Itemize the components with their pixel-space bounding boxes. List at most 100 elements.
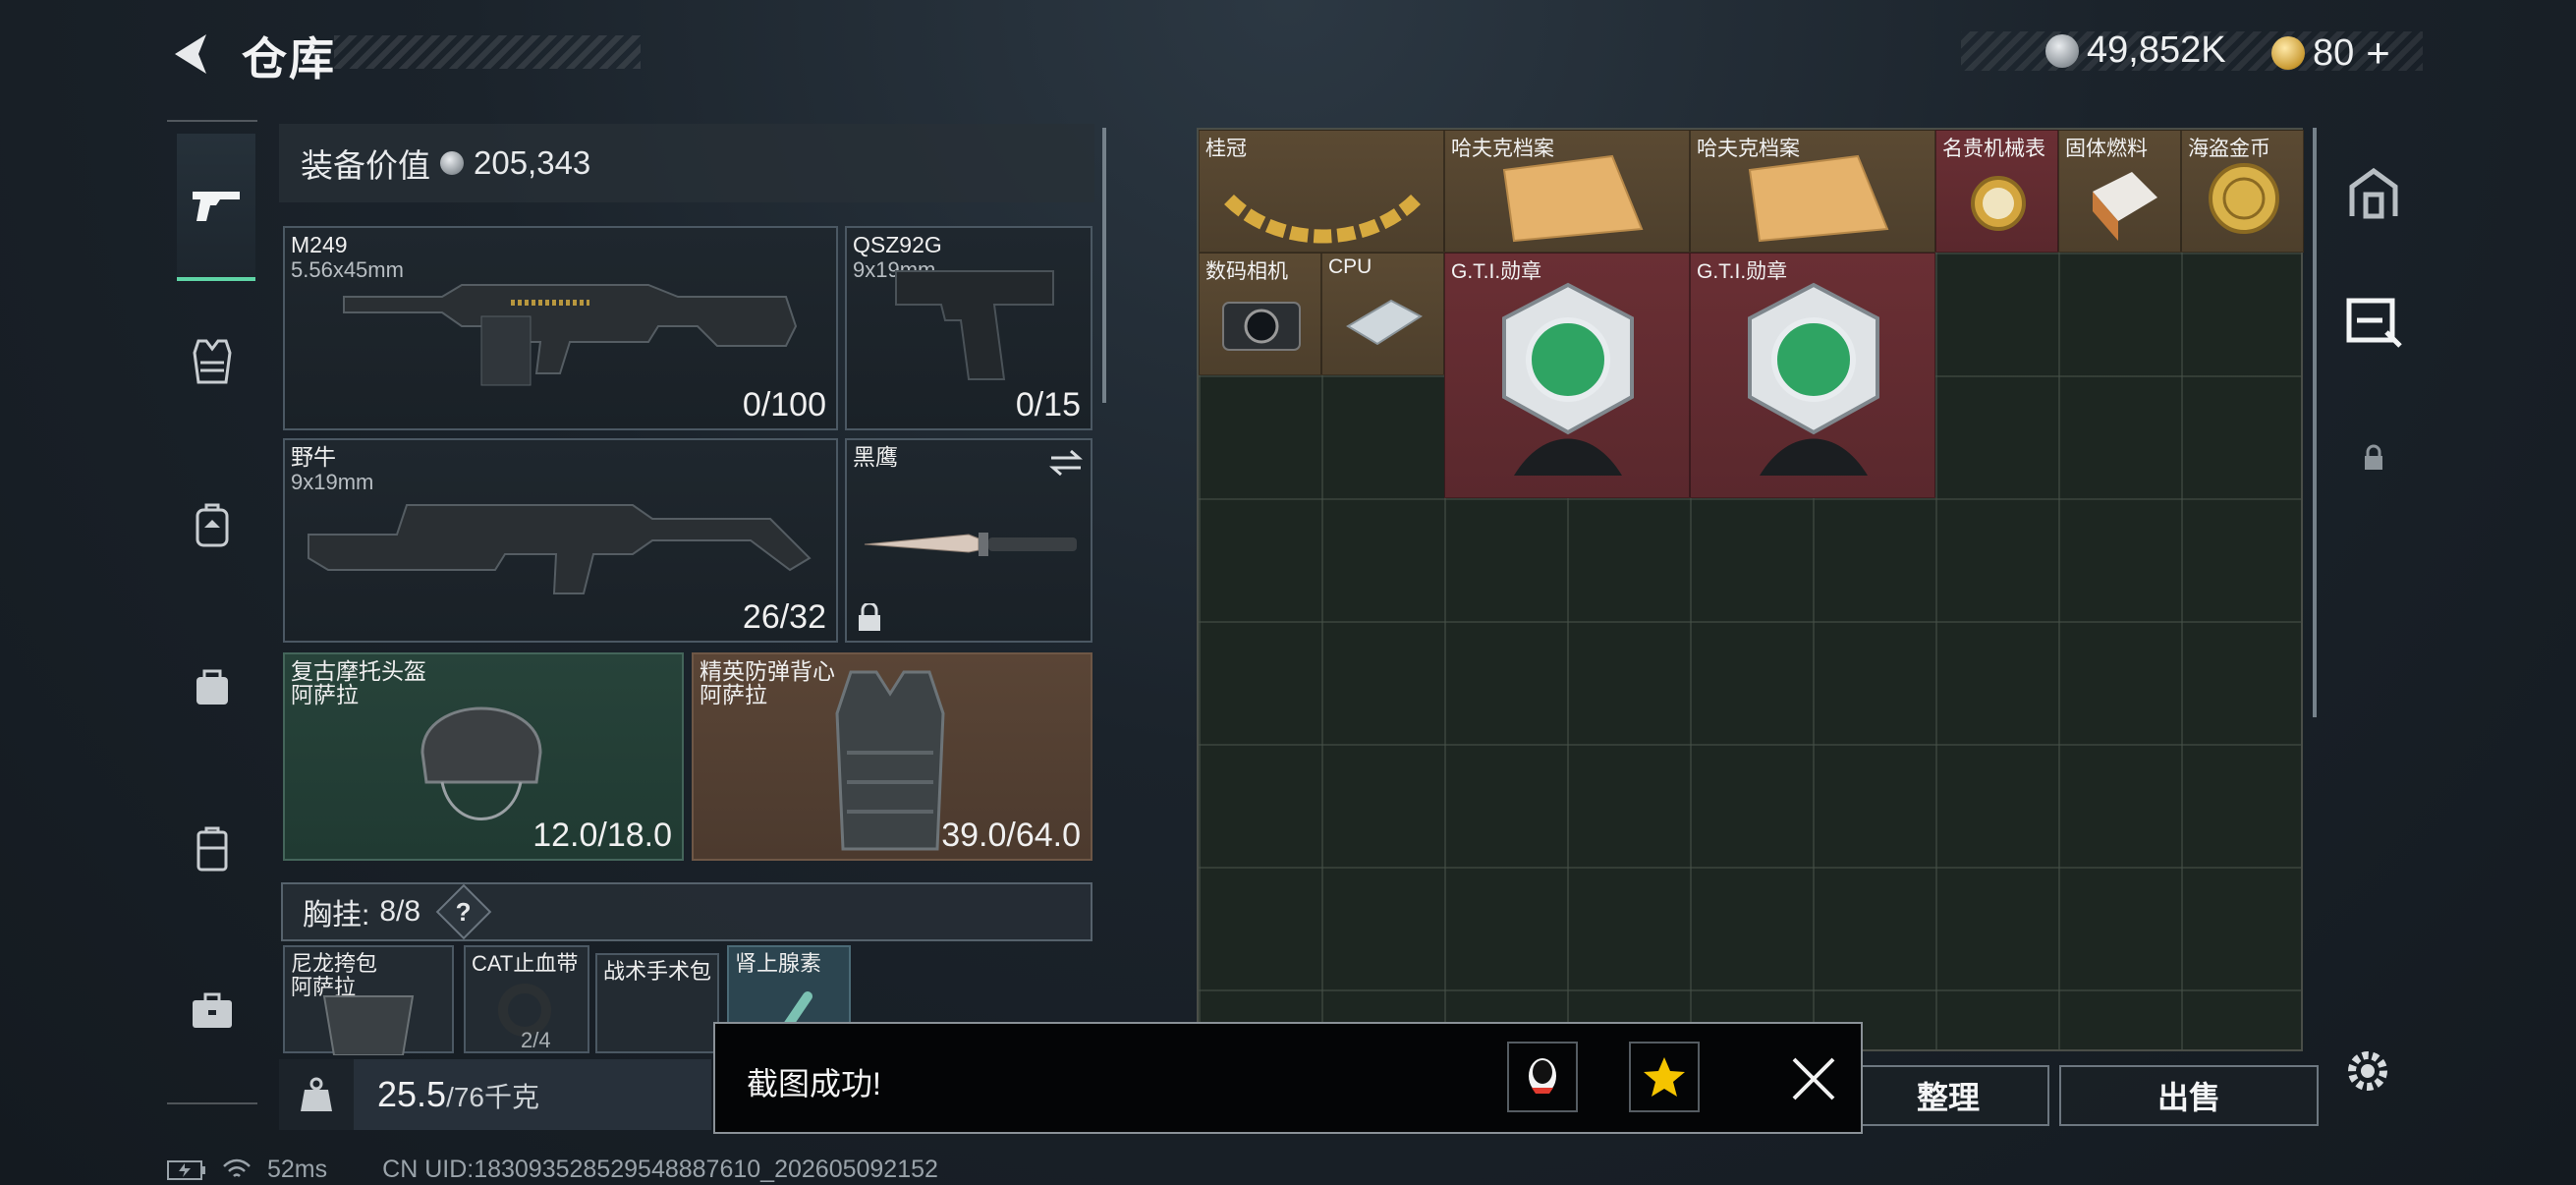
primary-weapon-slot[interactable]: M249 5.56x45mm 0/100	[283, 226, 838, 430]
stash-item[interactable]: 哈夫克档案	[1444, 130, 1690, 253]
laurel-crown-icon	[1224, 194, 1421, 244]
back-button[interactable]	[165, 29, 218, 79]
stash-item[interactable]: CPU	[1321, 253, 1444, 375]
pistol-slot[interactable]: QSZ92G 9x19mm 0/15	[845, 226, 1092, 430]
chest-slot-2[interactable]: CAT止血带 2/4	[464, 945, 589, 1053]
equipment-value-label: 装备价值	[301, 147, 430, 184]
currency-gold: 80 +	[2271, 29, 2390, 77]
uid-text: CN UID:183093528529548887610_20260509215…	[382, 1156, 938, 1183]
chest-slot-3[interactable]: 战术手术包	[595, 953, 719, 1053]
stash-item[interactable]: 名贵机械表	[1935, 130, 2058, 253]
nav-case[interactable]	[179, 816, 246, 882]
sort-button[interactable]: 整理	[1847, 1065, 2049, 1126]
add-currency-button[interactable]: +	[2366, 29, 2390, 77]
screenshot-toast: 截图成功!	[713, 1022, 1863, 1134]
stash-tabs	[2324, 128, 2423, 531]
helmet-slot[interactable]: 复古摩托头盔 阿萨拉 12.0/18.0	[283, 652, 684, 861]
settings-button[interactable]	[2338, 1042, 2397, 1100]
gold-coin-icon	[2271, 36, 2305, 70]
stash-item[interactable]: 数码相机	[1199, 253, 1321, 375]
stash-item[interactable]: G.T.I.勋章	[1690, 253, 1935, 498]
chest-rig-label: 胸挂:	[303, 899, 370, 931]
weight-max: /76千克	[446, 1082, 540, 1112]
weapon-name: 黑鹰	[853, 444, 898, 470]
fuel-block-icon	[2093, 172, 2157, 241]
pouch-icon	[322, 995, 415, 1055]
helmet-name: 复古摩托头盔	[291, 658, 426, 684]
star-icon	[1644, 1057, 1685, 1097]
lock-icon	[859, 603, 880, 631]
smg-icon	[308, 504, 812, 594]
tab-locked[interactable]	[2338, 423, 2409, 493]
backpack-icon	[196, 503, 229, 547]
lock-icon	[2365, 444, 2382, 470]
battery-icon	[167, 1159, 205, 1180]
cpu-icon	[1346, 299, 1423, 346]
weapon-name: 野牛	[291, 444, 336, 470]
armor-slot[interactable]: 精英防弹背心 阿萨拉 39.0/64.0	[692, 652, 1092, 861]
warehouse-icon	[2349, 167, 2398, 219]
penguin-icon	[1529, 1058, 1556, 1094]
gold-coin-icon	[2209, 163, 2279, 234]
tab-storage[interactable]	[2338, 157, 2409, 228]
melee-slot[interactable]: 黑鹰	[845, 438, 1092, 643]
equipment-scrollbar[interactable]	[1102, 128, 1106, 403]
case-icon	[196, 826, 228, 872]
item-name: 名贵机械表	[1942, 138, 2045, 160]
wifi-icon	[223, 1158, 251, 1177]
ammo-count: 26/32	[742, 598, 826, 636]
help-icon: ?	[456, 896, 473, 927]
bag-icon	[196, 669, 228, 705]
briefcase-icon	[193, 992, 232, 1028]
nav-backpack[interactable]	[179, 491, 246, 558]
help-button[interactable]: ?	[435, 883, 492, 940]
stash-item[interactable]: 海盗金币	[2181, 130, 2304, 253]
gear-icon	[2348, 1051, 2387, 1091]
weapon-name: M249	[291, 232, 348, 257]
tab-inventory-sort[interactable]	[2338, 285, 2409, 356]
currency-gold-value: 80	[2313, 31, 2355, 74]
document-folder-icon	[1502, 154, 1644, 243]
share-qq-button[interactable]	[1507, 1042, 1578, 1112]
nav-bag[interactable]	[179, 652, 246, 719]
stash-grid: 桂冠 哈夫克档案 哈夫克档案 名贵机械表 固体燃料 海盗金币 数码相机 CPU …	[1197, 128, 2304, 1051]
weapon-name: QSZ92G	[853, 232, 942, 257]
category-nav	[167, 120, 257, 1104]
vest-icon	[193, 339, 232, 384]
helmet-icon	[420, 706, 542, 820]
stash-item[interactable]: 桂冠	[1199, 130, 1444, 253]
share-qzone-button[interactable]	[1629, 1042, 1700, 1112]
machine-gun-icon	[343, 284, 798, 386]
armor-name: 精英防弹背心	[700, 658, 835, 684]
nav-toolbox[interactable]	[179, 977, 246, 1044]
sell-button[interactable]: 出售	[2059, 1065, 2319, 1126]
ammo-count: 0/100	[742, 386, 826, 423]
page-title: 仓库	[242, 33, 336, 85]
secondary-weapon-slot[interactable]: 野牛 9x19mm 26/32	[283, 438, 838, 643]
watch-icon	[1971, 176, 2026, 231]
inventory-icon	[2346, 298, 2402, 348]
silver-coin-icon	[440, 151, 464, 175]
chest-slot-1[interactable]: 尼龙挎包 阿萨拉	[283, 945, 454, 1055]
back-arrow-icon	[175, 34, 206, 74]
item-name: 数码相机	[1205, 260, 1288, 283]
equipment-value-bar: 装备价值 205,343	[279, 124, 1094, 202]
swap-icon[interactable]	[1049, 448, 1083, 478]
silver-coin-icon	[2045, 33, 2079, 68]
item-name: 桂冠	[1205, 138, 1247, 160]
nav-weapons[interactable]	[177, 134, 255, 281]
item-name: CAT止血带	[472, 951, 579, 976]
item-name: 海盗金币	[2188, 138, 2270, 160]
close-icon[interactable]	[1784, 1049, 1843, 1108]
stash-item[interactable]: G.T.I.勋章	[1444, 253, 1690, 498]
medal-icon	[1502, 282, 1634, 476]
stash-scrollbar[interactable]	[2313, 128, 2317, 717]
stash-item[interactable]: 固体燃料	[2058, 130, 2181, 253]
camera-icon	[1222, 302, 1301, 351]
ping-value: 52ms	[267, 1156, 328, 1183]
chest-rig-header: 胸挂: 8/8 ?	[281, 882, 1092, 941]
nav-chest-rig[interactable]	[179, 328, 246, 395]
item-name: 战术手术包	[603, 959, 712, 984]
helmet-durability: 12.0/18.0	[532, 817, 672, 854]
stash-item[interactable]: 哈夫克档案	[1690, 130, 1935, 253]
